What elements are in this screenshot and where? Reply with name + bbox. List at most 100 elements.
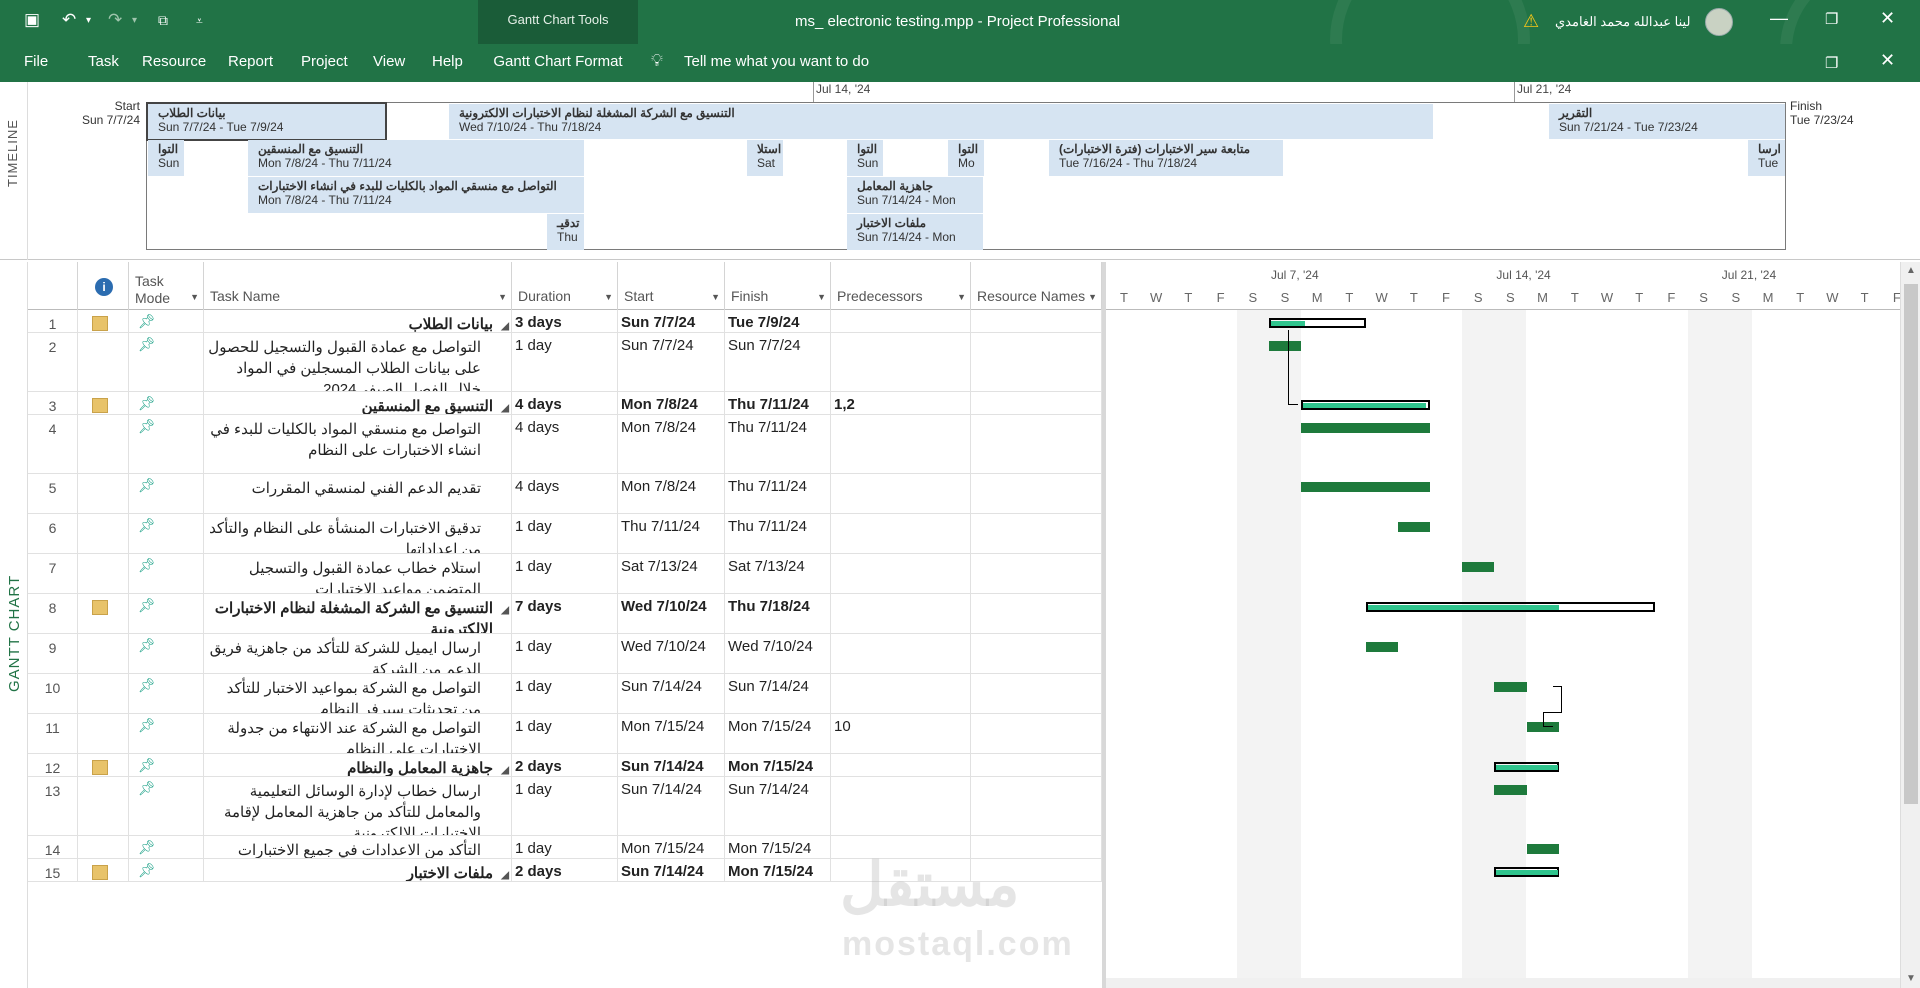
- collapse-triangle-icon[interactable]: ◢: [501, 398, 509, 414]
- horizontal-scrollbar[interactable]: [1106, 978, 1900, 988]
- finish-cell[interactable]: Tue 7/9/24: [725, 310, 831, 332]
- row-id[interactable]: 14: [28, 836, 78, 858]
- predecessors-cell[interactable]: [831, 634, 971, 673]
- predecessors-cell[interactable]: [831, 474, 971, 513]
- timeline-task-bar[interactable]: استلا Sat: [747, 140, 783, 176]
- duration-cell[interactable]: 7 days: [512, 594, 618, 633]
- duration-cell[interactable]: 1 day: [512, 333, 618, 391]
- undo-dropdown-icon[interactable]: ▾: [86, 15, 91, 26]
- header-duration[interactable]: Duration ▼: [512, 262, 618, 310]
- row-id[interactable]: 1: [28, 310, 78, 332]
- finish-cell[interactable]: Mon 7/15/24: [725, 714, 831, 753]
- resource-names-cell[interactable]: [971, 674, 1102, 713]
- finish-cell[interactable]: Sat 7/13/24: [725, 554, 831, 593]
- filter-arrow-icon[interactable]: ▼: [190, 292, 199, 302]
- start-cell[interactable]: Wed 7/10/24: [618, 594, 725, 633]
- predecessors-cell[interactable]: [831, 674, 971, 713]
- finish-cell[interactable]: Wed 7/10/24: [725, 634, 831, 673]
- finish-cell[interactable]: Thu 7/11/24: [725, 415, 831, 473]
- minimize-icon[interactable]: —: [1770, 8, 1788, 29]
- table-row[interactable]: 1 📌︎ ◢ بيانات الطلاب 3 days Sun 7/7/24 Tue 7/9…: [28, 310, 1102, 333]
- close-icon[interactable]: ✕: [1880, 8, 1895, 29]
- start-cell[interactable]: Sun 7/14/24: [618, 859, 725, 881]
- note-icon[interactable]: [92, 316, 108, 331]
- task-bar[interactable]: [1301, 423, 1430, 433]
- header-task-mode[interactable]: Task Mode ▼: [129, 262, 204, 310]
- task-bar[interactable]: [1494, 785, 1527, 795]
- finish-cell[interactable]: Sun 7/14/24: [725, 777, 831, 835]
- finish-cell[interactable]: Sun 7/14/24: [725, 674, 831, 713]
- duration-cell[interactable]: 4 days: [512, 474, 618, 513]
- tell-me-search[interactable]: Tell me what you want to do: [684, 53, 869, 70]
- task-mode-cell[interactable]: 📌︎: [129, 415, 204, 473]
- row-id[interactable]: 7: [28, 554, 78, 593]
- finish-cell[interactable]: Mon 7/15/24: [725, 836, 831, 858]
- task-mode-cell[interactable]: 📌︎: [129, 859, 204, 881]
- scroll-thumb[interactable]: [1904, 284, 1918, 804]
- start-cell[interactable]: Sun 7/7/24: [618, 310, 725, 332]
- table-row[interactable]: 2 📌︎ التواصل مع عمادة القبول والتسجيل للحص…: [28, 333, 1102, 392]
- predecessors-cell[interactable]: [831, 554, 971, 593]
- predecessors-cell[interactable]: [831, 594, 971, 633]
- task-mode-cell[interactable]: 📌︎: [129, 474, 204, 513]
- predecessors-cell[interactable]: [831, 777, 971, 835]
- predecessors-cell[interactable]: 10: [831, 714, 971, 753]
- task-mode-cell[interactable]: 📌︎: [129, 754, 204, 776]
- start-cell[interactable]: Sat 7/13/24: [618, 554, 725, 593]
- task-bar[interactable]: [1301, 482, 1430, 492]
- start-cell[interactable]: Thu 7/11/24: [618, 514, 725, 553]
- table-row[interactable]: 13 📌︎ ارسال خطاب لإدارة الوسائل التعليمية …: [28, 777, 1102, 836]
- duration-cell[interactable]: 2 days: [512, 754, 618, 776]
- predecessors-cell[interactable]: [831, 415, 971, 473]
- copy-picture-icon[interactable]: ⧉: [158, 12, 168, 29]
- start-cell[interactable]: Sun 7/14/24: [618, 777, 725, 835]
- task-mode-cell[interactable]: 📌︎: [129, 333, 204, 391]
- row-id[interactable]: 2: [28, 333, 78, 391]
- task-mode-cell[interactable]: 📌︎: [129, 674, 204, 713]
- ribbon-close-icon[interactable]: ✕: [1880, 50, 1895, 71]
- note-icon[interactable]: [92, 398, 108, 413]
- task-bar[interactable]: [1462, 562, 1495, 572]
- task-name-cell[interactable]: ◢ التنسيق مع المنسقين: [204, 392, 512, 414]
- duration-cell[interactable]: 1 day: [512, 777, 618, 835]
- task-bar[interactable]: [1365, 642, 1398, 652]
- task-name-cell[interactable]: ◢ ملفات الاختبار: [204, 859, 512, 881]
- collapse-triangle-icon[interactable]: ◢: [501, 760, 509, 776]
- start-cell[interactable]: Wed 7/10/24: [618, 634, 725, 673]
- task-name-cell[interactable]: التأكد من الاعدادات في جميع الاختبارات: [204, 836, 512, 858]
- finish-cell[interactable]: Thu 7/11/24: [725, 474, 831, 513]
- timeline-task-bar[interactable]: التوا Sun: [847, 140, 883, 176]
- tab-project[interactable]: Project: [301, 53, 348, 70]
- task-mode-cell[interactable]: 📌︎: [129, 714, 204, 753]
- start-cell[interactable]: Sun 7/14/24: [618, 674, 725, 713]
- header-predecessors[interactable]: Predecessors ▼: [831, 262, 971, 310]
- task-name-cell[interactable]: ◢ بيانات الطلاب: [204, 310, 512, 332]
- row-id[interactable]: 12: [28, 754, 78, 776]
- header-indicators[interactable]: i: [78, 262, 129, 310]
- timeline-task-bar[interactable]: التوا Mo: [948, 140, 984, 176]
- task-name-cell[interactable]: ◢ جاهزية المعامل والنظام: [204, 754, 512, 776]
- gantt-chart[interactable]: Jul 7, '24 Jul 14, '24 Jul 21, '24 T W T F S S M…: [1106, 262, 1900, 988]
- header-task-name[interactable]: Task Name ▼: [204, 262, 512, 310]
- task-mode-cell[interactable]: 📌︎: [129, 392, 204, 414]
- resource-names-cell[interactable]: [971, 514, 1102, 553]
- row-id[interactable]: 8: [28, 594, 78, 633]
- task-mode-cell[interactable]: 📌︎: [129, 777, 204, 835]
- resource-names-cell[interactable]: [971, 310, 1102, 332]
- timeline-task-bar[interactable]: التوا Sun: [148, 140, 184, 176]
- header-row-id[interactable]: [28, 262, 78, 310]
- resource-names-cell[interactable]: [971, 777, 1102, 835]
- note-icon[interactable]: [92, 600, 108, 615]
- task-name-cell[interactable]: ◢ التنسيق مع الشركة المشغلة لنظام الاختبا…: [204, 594, 512, 633]
- save-icon[interactable]: ▣: [24, 10, 40, 30]
- undo-icon[interactable]: ↶: [62, 10, 76, 30]
- duration-cell[interactable]: 1 day: [512, 634, 618, 673]
- timeline-task-bar[interactable]: ارسا Tue: [1748, 140, 1785, 176]
- resource-names-cell[interactable]: [971, 333, 1102, 391]
- timeline-task-bar[interactable]: تدقيـ Thu: [547, 214, 584, 250]
- task-mode-cell[interactable]: 📌︎: [129, 310, 204, 332]
- finish-cell[interactable]: Mon 7/15/24: [725, 859, 831, 881]
- table-row[interactable]: 3 📌︎ ◢ التنسيق مع المنسقين 4 days Mon 7/8/24 T…: [28, 392, 1102, 415]
- scroll-up-icon[interactable]: ▲: [1906, 265, 1916, 276]
- table-row[interactable]: 10 📌︎ التواصل مع الشركة بمواعيد الاختبار ل…: [28, 674, 1102, 714]
